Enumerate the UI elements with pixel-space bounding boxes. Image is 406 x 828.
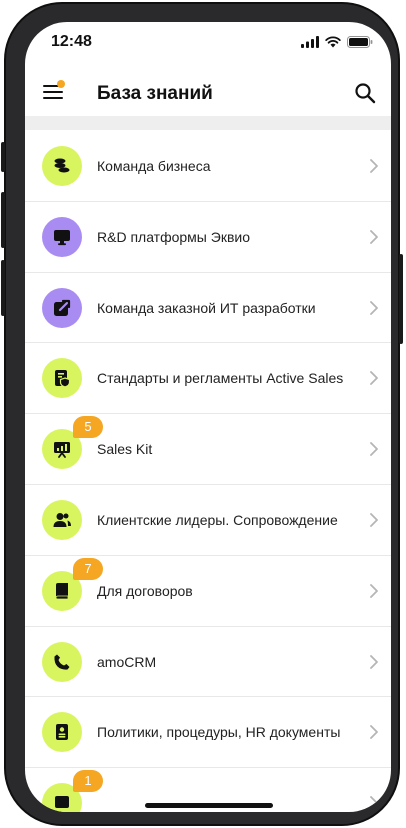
chevron-right-icon: [370, 229, 378, 244]
chevron-right-icon: [370, 583, 378, 598]
list-item-client-leaders[interactable]: Клиентские лидеры. Сопровождение: [25, 485, 391, 556]
unread-badge: 1: [73, 770, 103, 793]
list-item-label: Sales Kit: [97, 441, 153, 458]
list-item-label: Команда бизнеса: [97, 158, 211, 174]
chevron-right-icon: [370, 725, 378, 740]
chevron-right-icon: [370, 654, 378, 669]
notification-dot: [57, 80, 65, 88]
list-item-business-team[interactable]: Команда бизнеса: [25, 131, 391, 202]
list-item-active-sales-standards[interactable]: Стандарты и регламенты Active Sales: [25, 343, 391, 415]
volume-down-button: [1, 260, 5, 316]
signal-icon: [301, 36, 319, 48]
power-button: [399, 254, 403, 344]
list-item-label: R&D платформы Эквио: [97, 228, 250, 245]
list-item-label: Команда заказной ИТ разработки: [97, 299, 316, 316]
chevron-right-icon: [370, 796, 378, 811]
list-item-label: Стандарты и регламенты Active Sales: [97, 370, 344, 387]
document-shield-icon: [42, 358, 82, 399]
list-item-label: Клиентские лидеры. Сопровождение: [97, 511, 338, 528]
list-item-hr-documents[interactable]: Политики, процедуры, HR документы: [25, 697, 391, 769]
page-title: База знаний: [97, 83, 213, 104]
header-divider: [25, 116, 391, 130]
screen: 12:48 База знаний Команда бизнеса R&D пл…: [25, 22, 391, 812]
id-card-icon: [42, 712, 82, 753]
status-bar: 12:48: [25, 22, 391, 64]
status-icons: [301, 34, 373, 50]
action-button: [1, 142, 5, 172]
users-icon: [42, 499, 82, 540]
phone-icon: [42, 641, 82, 682]
menu-button[interactable]: [43, 80, 65, 103]
list-item-sales-kit[interactable]: 5 Sales Kit: [25, 414, 391, 485]
list-item-label: amoCRM: [97, 653, 157, 670]
list-item-custom-it-team[interactable]: Команда заказной ИТ разработки: [25, 273, 391, 344]
knowledge-base-list: Команда бизнеса R&D платформы Эквио Кома…: [25, 131, 391, 812]
chevron-right-icon: [370, 300, 378, 315]
volume-up-button: [1, 192, 5, 248]
list-item-contracts[interactable]: 7 Для договоров: [25, 556, 391, 627]
list-item-rnd-platform[interactable]: R&D платформы Эквио: [25, 202, 391, 273]
home-indicator[interactable]: [145, 803, 273, 808]
list-item-label: Политики, процедуры, HR документы: [97, 724, 341, 741]
chevron-right-icon: [370, 159, 378, 173]
coins-icon: [42, 146, 82, 186]
list-item-amocrm[interactable]: amoCRM: [25, 627, 391, 698]
list-item-label: Для договоров: [97, 582, 193, 599]
chevron-right-icon: [370, 442, 378, 457]
wifi-icon: [325, 36, 341, 48]
battery-icon: [347, 36, 373, 48]
monitor-icon: [42, 216, 82, 257]
status-time: 12:48: [51, 33, 92, 50]
chevron-right-icon: [370, 371, 378, 386]
external-link-icon: [42, 287, 82, 328]
search-icon[interactable]: [353, 81, 377, 105]
chevron-right-icon: [370, 513, 378, 527]
phone-frame: 12:48 База знаний Команда бизнеса R&D пл…: [1, 2, 403, 826]
